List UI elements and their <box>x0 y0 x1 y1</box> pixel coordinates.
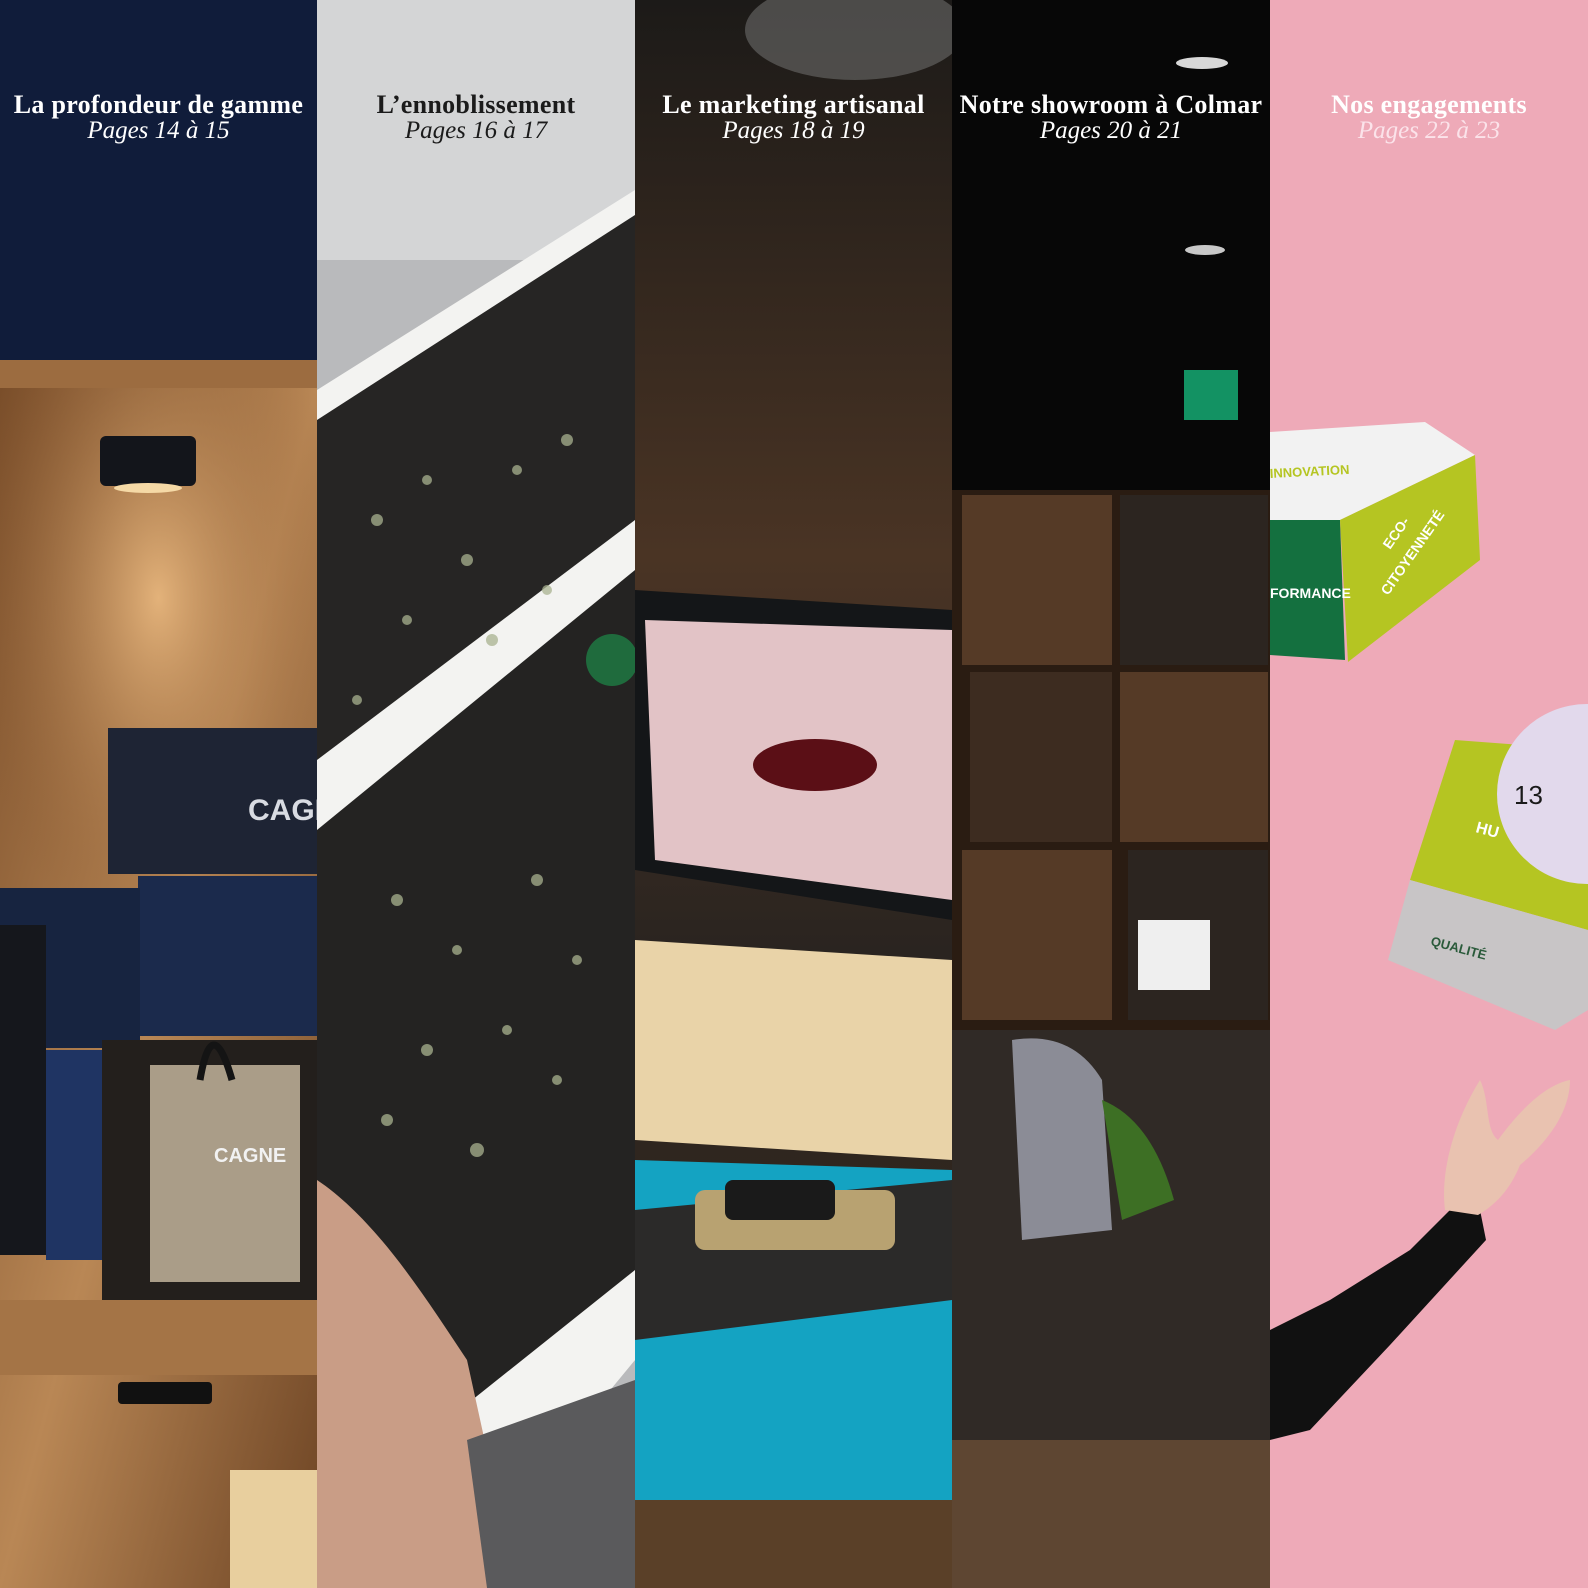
photo-embossed-print-sheet <box>317 0 635 1588</box>
page-number: 13 <box>1514 780 1543 810</box>
section-pages: Pages 18 à 19 <box>722 117 865 144</box>
section-caption: Le marketing artisanal Pages 18 à 19 <box>635 92 952 144</box>
brochure-page: CAGN CAGNE La profondeur de gamme Pages … <box>0 0 1588 1588</box>
photo-showroom-interior <box>952 0 1270 1588</box>
photo-craft-workbench <box>635 0 952 1588</box>
exit-sign-icon <box>1184 370 1238 420</box>
section-caption: La profondeur de gamme Pages 14 à 15 <box>0 92 317 144</box>
section-panel-showroom: Notre showroom à Colmar Pages 20 à 21 <box>952 0 1270 1588</box>
photo-shelf-display: CAGN CAGNE <box>0 0 317 1588</box>
section-title: Nos engagements <box>1331 90 1527 119</box>
section-title: La profondeur de gamme <box>13 90 304 119</box>
section-title: Notre showroom à Colmar <box>959 90 1263 119</box>
section-pages: Pages 16 à 17 <box>404 117 548 144</box>
section-caption: Notre showroom à Colmar Pages 20 à 21 <box>952 92 1270 144</box>
brand-label-bag: CAGNE <box>214 1145 286 1167</box>
section-caption: Nos engagements Pages 22 à 23 <box>1270 92 1588 144</box>
section-title: Le marketing artisanal <box>662 90 925 119</box>
section-title: L’ennoblissement <box>376 90 576 119</box>
section-pages: Pages 14 à 15 <box>87 117 230 144</box>
section-panel-range: CAGN CAGNE La profondeur de gamme Pages … <box>0 0 317 1588</box>
brand-label-box: CAGN <box>248 794 317 827</box>
cube-label-performance: FORMANCE <box>1270 585 1351 601</box>
section-caption: L’ennoblissement Pages 16 à 17 <box>317 92 635 144</box>
section-pages: Pages 22 à 23 <box>1357 117 1501 144</box>
section-panel-finishing: L’ennoblissement Pages 16 à 17 <box>317 0 635 1588</box>
section-pages: Pages 20 à 21 <box>1039 117 1183 144</box>
section-panel-marketing: Le marketing artisanal Pages 18 à 19 <box>635 0 952 1588</box>
